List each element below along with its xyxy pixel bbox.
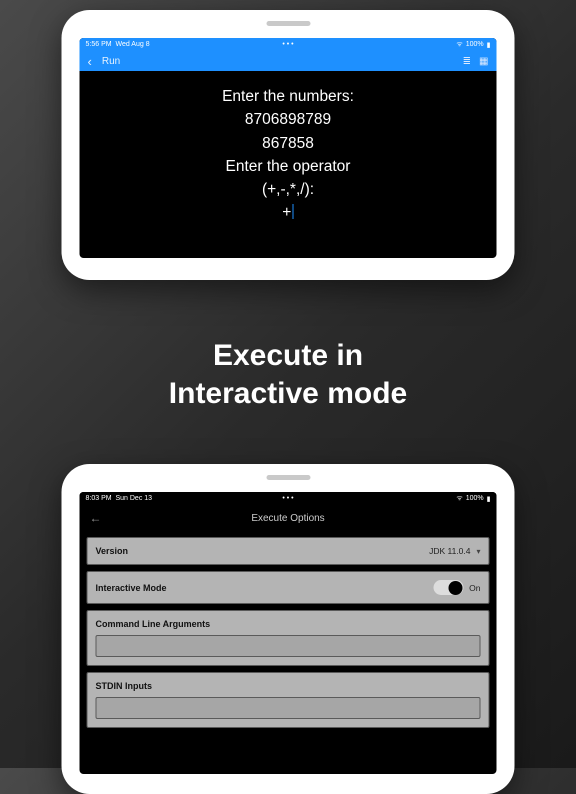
status-dots: • • • xyxy=(282,41,293,48)
status-time: 5:56 PM Wed Aug 8 xyxy=(86,41,150,48)
stdin-label: STDIN Inputs xyxy=(96,681,481,691)
battery-pct: 100% xyxy=(466,495,484,502)
status-time: 8:03 PM Sun Dec 13 xyxy=(86,495,153,502)
wifi-icon: ᯤ xyxy=(456,40,462,49)
stdin-input[interactable] xyxy=(96,697,481,719)
page-title: Execute Options xyxy=(251,513,324,524)
console-line: Enter the operator xyxy=(80,155,497,178)
caption-line: Execute in xyxy=(0,337,576,375)
ipad-screen-bottom: 8:03 PM Sun Dec 13 • • • ᯤ 100% ▮ ← Exec… xyxy=(80,492,497,774)
interactive-mode-switch[interactable] xyxy=(433,580,463,595)
cli-args-input[interactable] xyxy=(96,635,481,657)
battery-icon: ▮ xyxy=(487,495,491,503)
battery-icon: ▮ xyxy=(487,41,491,49)
console-line: Enter the numbers: xyxy=(80,85,497,108)
console-line: (+,-,*,/): xyxy=(80,178,497,201)
console-line: 8706898789 xyxy=(80,108,497,131)
interactive-mode-label: Interactive Mode xyxy=(96,583,167,593)
stdin-row: STDIN Inputs xyxy=(87,672,490,728)
caption-line: Interactive mode xyxy=(0,375,576,413)
cli-args-label: Command Line Arguments xyxy=(96,619,481,629)
chevron-down-icon: ▾ xyxy=(476,547,480,556)
cli-args-row: Command Line Arguments xyxy=(87,610,490,666)
home-indicator xyxy=(266,21,310,26)
back-icon[interactable]: ‹ xyxy=(88,55,92,68)
execute-options-panel: Version JDK 11.0.4 ▾ Interactive Mode On… xyxy=(80,531,497,740)
ipad-device-bottom: 8:03 PM Sun Dec 13 • • • ᯤ 100% ▮ ← Exec… xyxy=(62,464,515,794)
switch-knob xyxy=(449,581,463,595)
status-dots: • • • xyxy=(282,495,293,502)
nav-bar: ← Execute Options xyxy=(80,505,497,531)
cursor-icon xyxy=(292,204,294,219)
status-bar: 8:03 PM Sun Dec 13 • • • ᯤ 100% ▮ xyxy=(80,492,497,505)
grid-icon[interactable]: ▦ xyxy=(479,56,488,67)
promo-caption: Execute in Interactive mode xyxy=(0,337,576,412)
version-row[interactable]: Version JDK 11.0.4 ▾ xyxy=(87,537,490,565)
ipad-screen-top: 5:56 PM Wed Aug 8 • • • ᯤ 100% ▮ ‹ Run ≣… xyxy=(80,38,497,258)
nav-title: Run xyxy=(102,56,120,67)
nav-bar: ‹ Run ≣ ▦ xyxy=(80,51,497,71)
ipad-device-top: 5:56 PM Wed Aug 8 • • • ᯤ 100% ▮ ‹ Run ≣… xyxy=(62,10,515,280)
console-line: 867858 xyxy=(80,132,497,155)
interactive-mode-row: Interactive Mode On xyxy=(87,571,490,604)
console-input-line[interactable]: + xyxy=(80,201,497,224)
version-value: JDK 11.0.4 xyxy=(429,546,470,556)
status-right: ᯤ 100% ▮ xyxy=(456,40,490,49)
wifi-icon: ᯤ xyxy=(456,494,462,503)
list-icon[interactable]: ≣ xyxy=(463,56,471,67)
version-label: Version xyxy=(96,546,129,556)
status-right: ᯤ 100% ▮ xyxy=(456,494,490,503)
status-bar: 5:56 PM Wed Aug 8 • • • ᯤ 100% ▮ xyxy=(80,38,497,51)
interactive-mode-value: On xyxy=(469,583,480,593)
back-icon[interactable]: ← xyxy=(90,511,102,525)
console-output: Enter the numbers: 8706898789 867858 Ent… xyxy=(80,71,497,225)
home-indicator xyxy=(266,475,310,480)
battery-pct: 100% xyxy=(466,41,484,48)
